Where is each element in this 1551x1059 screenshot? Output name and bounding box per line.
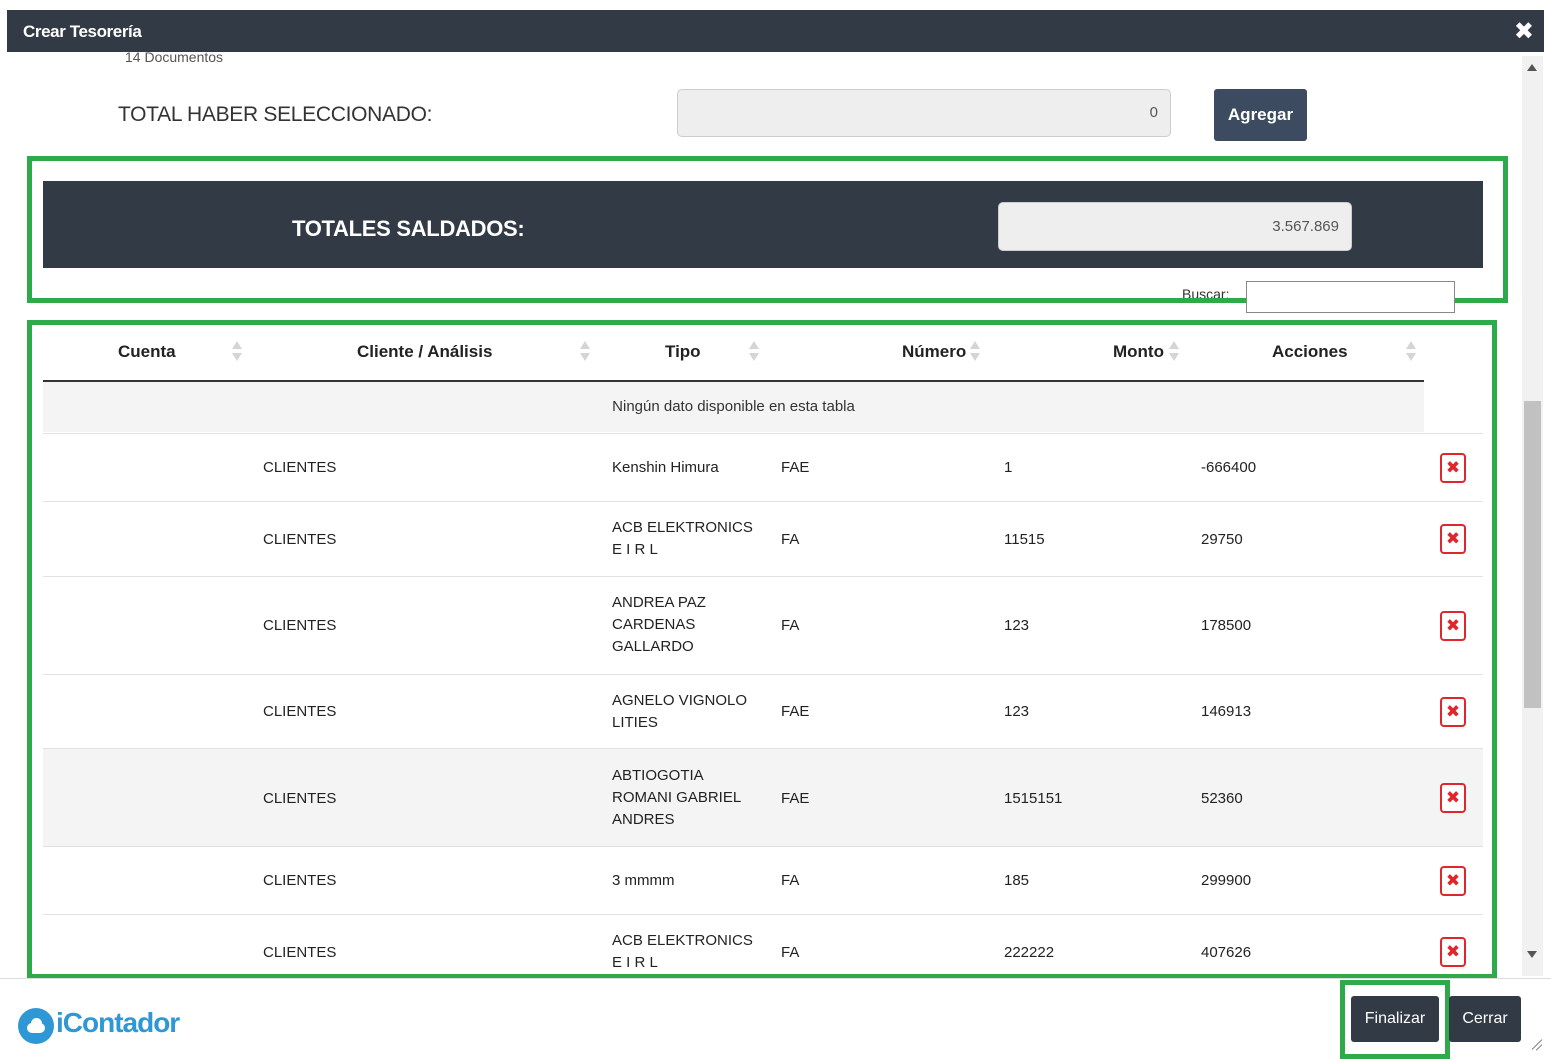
delete-icon[interactable]: ✖	[1440, 453, 1466, 483]
cell-cliente: 3 mmmm	[612, 872, 675, 889]
cell-tipo: FAE	[781, 703, 810, 720]
cell-tipo: FA	[781, 872, 800, 889]
cell-tipo: FA	[781, 944, 800, 961]
cell-cuenta: CLIENTES	[263, 703, 337, 720]
sort-icon[interactable]	[231, 338, 243, 366]
empty-table-message: Ningún dato disponible en esta tabla	[43, 382, 1424, 432]
cell-cliente: AGNELO VIGNOLO LITIES	[612, 692, 748, 731]
cell-cuenta: CLIENTES	[263, 617, 337, 634]
scroll-up-icon[interactable]	[1527, 64, 1537, 71]
table-row: CLIENTES 3 mmmm FA 185 299900 ✖	[43, 846, 1483, 914]
cell-monto: -666400	[1201, 459, 1257, 476]
finalize-button[interactable]: Finalizar	[1351, 996, 1439, 1042]
table-row: CLIENTES ABTIOGOTIA ROMANI GABRIEL ANDRE…	[43, 748, 1483, 846]
documents-count: 14 Documentos	[125, 49, 224, 65]
cell-numero: 123	[1004, 703, 1030, 720]
sort-icon[interactable]	[748, 338, 760, 366]
cell-cuenta: CLIENTES	[263, 531, 337, 548]
logo-text: iContador	[56, 1007, 180, 1038]
cell-cuenta: CLIENTES	[263, 459, 337, 476]
cell-monto: 146913	[1201, 703, 1252, 720]
delete-icon[interactable]: ✖	[1440, 937, 1466, 967]
column-header-tipo[interactable]: Tipo	[665, 342, 701, 362]
total-haber-field[interactable]: 0	[677, 89, 1171, 137]
table-row: CLIENTES Kenshin Himura FAE 1 -666400 ✖	[43, 433, 1483, 501]
cell-cliente: Kenshin Himura	[612, 459, 719, 476]
close-button[interactable]: Cerrar	[1449, 996, 1521, 1042]
total-haber-label: TOTAL HABER SELECCIONADO:	[118, 103, 433, 126]
cell-monto: 29750	[1201, 531, 1243, 548]
cell-cliente: ACB ELEKTRONICS E I R L	[612, 519, 753, 558]
cloud-icon	[18, 1008, 54, 1044]
table-row: CLIENTES AGNELO VIGNOLO LITIES FAE 123 1…	[43, 674, 1483, 748]
scroll-down-icon[interactable]	[1527, 951, 1537, 958]
cell-numero: 1	[1004, 459, 1013, 476]
cell-cuenta: CLIENTES	[263, 790, 337, 807]
footer-divider	[0, 978, 1551, 979]
sort-icon[interactable]	[1405, 338, 1417, 366]
totals-bar: TOTALES SALDADOS: 3.567.869	[43, 181, 1483, 268]
search-input[interactable]	[1246, 281, 1455, 313]
table-row: CLIENTES ACB ELEKTRONICS E I R L FA 2222…	[43, 914, 1483, 971]
delete-icon[interactable]: ✖	[1440, 783, 1466, 813]
cell-numero: 222222	[1004, 944, 1055, 961]
dialog-title: Crear Tesorería	[23, 22, 142, 41]
delete-icon[interactable]: ✖	[1440, 866, 1466, 896]
cell-tipo: FA	[781, 531, 800, 548]
cell-tipo: FAE	[781, 790, 810, 807]
cell-cliente: ACB ELEKTRONICS E I R L	[612, 932, 753, 971]
cell-monto: 407626	[1201, 944, 1252, 961]
cell-numero: 11515	[1004, 531, 1045, 548]
close-icon[interactable]: ✖	[1514, 17, 1534, 46]
cell-numero: 1515151	[1004, 790, 1063, 807]
sort-icon[interactable]	[969, 338, 981, 366]
scrollbar-thumb[interactable]	[1524, 401, 1541, 708]
table-header: Cuenta Cliente / Análisis Tipo Número Mo…	[43, 330, 1424, 382]
column-header-acciones: Acciones	[1272, 342, 1348, 361]
sort-icon[interactable]	[1168, 338, 1180, 366]
cell-cliente: ANDREA PAZ CARDENAS GALLARDO	[612, 594, 706, 655]
cell-cuenta: CLIENTES	[263, 944, 337, 961]
table-row: CLIENTES ACB ELEKTRONICS E I R L FA 1151…	[43, 501, 1483, 576]
vertical-scrollbar[interactable]	[1522, 56, 1543, 976]
dialog-titlebar: Crear Tesorería ✖	[7, 10, 1544, 52]
totals-label: TOTALES SALDADOS:	[292, 216, 525, 241]
cell-monto: 52360	[1201, 790, 1243, 807]
column-header-cliente[interactable]: Cliente / Análisis	[357, 342, 492, 362]
delete-icon[interactable]: ✖	[1440, 697, 1466, 727]
cell-tipo: FA	[781, 617, 800, 634]
table-body: Ningún dato disponible en esta tabla CLI…	[43, 382, 1483, 971]
cell-cuenta: CLIENTES	[263, 872, 337, 889]
table-row: CLIENTES ANDREA PAZ CARDENAS GALLARDO FA…	[43, 576, 1483, 674]
column-header-numero[interactable]: Número	[902, 342, 966, 362]
column-header-cuenta[interactable]: Cuenta	[118, 342, 176, 362]
cell-monto: 299900	[1201, 872, 1252, 889]
cell-cliente: ABTIOGOTIA ROMANI GABRIEL ANDRES	[612, 767, 741, 828]
add-button[interactable]: Agregar	[1214, 89, 1307, 141]
totals-field[interactable]: 3.567.869	[998, 202, 1352, 251]
cell-tipo: FAE	[781, 459, 810, 476]
sort-icon[interactable]	[579, 338, 591, 366]
delete-icon[interactable]: ✖	[1440, 611, 1466, 641]
search-label: Buscar:	[1182, 286, 1230, 298]
delete-icon[interactable]: ✖	[1440, 524, 1466, 554]
cell-monto: 178500	[1201, 617, 1252, 634]
resize-grip-icon[interactable]	[1527, 1036, 1545, 1054]
cell-numero: 185	[1004, 872, 1030, 889]
column-header-monto[interactable]: Monto	[1113, 342, 1164, 362]
cell-numero: 123	[1004, 617, 1030, 634]
